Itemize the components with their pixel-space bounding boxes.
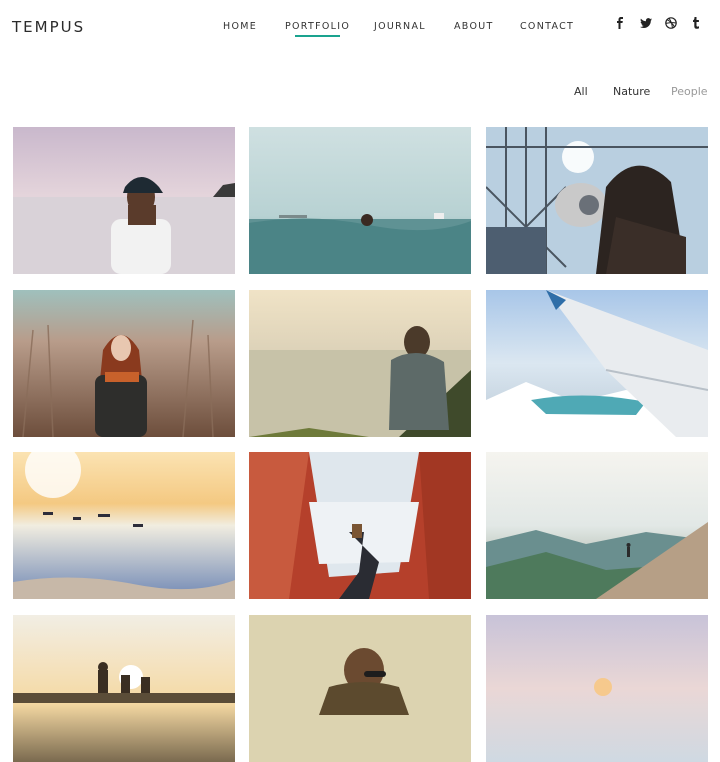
filter-all[interactable]: All [574, 85, 588, 98]
photo-observation-deck-binoculars[interactable] [486, 127, 708, 274]
photo-girl-cap-sea[interactable] [13, 127, 235, 274]
site-header: TEMPUS HOME PORTFOLIO JOURNAL ABOUT CONT… [0, 0, 720, 56]
photo-woman-field[interactable] [13, 290, 235, 437]
photo-hiker-mountain-ridge[interactable] [486, 452, 708, 599]
photo-people-sunset-silhouettes[interactable] [13, 615, 235, 762]
facebook-icon[interactable] [612, 17, 628, 33]
tumblr-icon[interactable] [688, 17, 704, 33]
dribbble-icon[interactable] [663, 17, 679, 33]
nav-contact[interactable]: CONTACT [520, 21, 574, 32]
nav-home[interactable]: HOME [223, 21, 257, 32]
nav-journal[interactable]: JOURNAL [374, 21, 426, 32]
photo-tent-view-feet[interactable] [249, 452, 471, 599]
photo-man-sunglasses[interactable] [249, 615, 471, 762]
filter-nature[interactable]: Nature [613, 85, 650, 98]
nav-about[interactable]: ABOUT [454, 21, 494, 32]
photo-surfers-sunset[interactable] [13, 452, 235, 599]
twitter-icon[interactable] [638, 17, 654, 33]
photo-airplane-wing-mountains[interactable] [486, 290, 708, 437]
photo-woman-sitting-lake[interactable] [249, 290, 471, 437]
photo-swimmer-sea[interactable] [249, 127, 471, 274]
filter-people[interactable]: People [671, 85, 708, 98]
photo-pastel-sky-sea[interactable] [486, 615, 708, 762]
nav-portfolio[interactable]: PORTFOLIO [285, 21, 350, 37]
